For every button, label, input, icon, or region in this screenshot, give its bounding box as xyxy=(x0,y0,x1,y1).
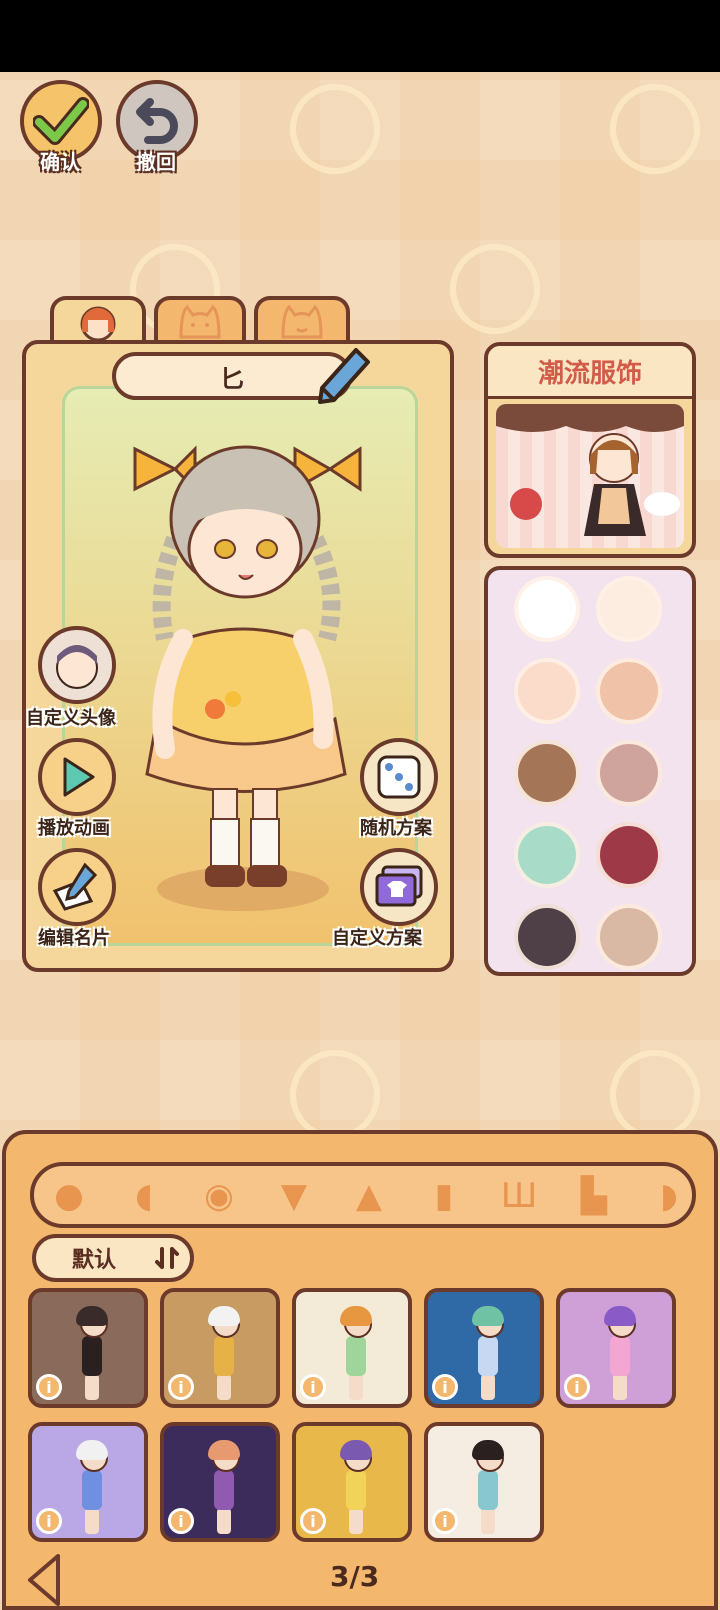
cat-face-icon xyxy=(179,304,221,339)
color-swatch[interactable] xyxy=(596,822,662,888)
info-icon[interactable]: i xyxy=(168,1508,194,1534)
sun-decoration xyxy=(450,244,540,334)
outfit-character xyxy=(208,1306,240,1402)
sort-label: 默认 xyxy=(72,1248,117,1273)
color-swatch[interactable] xyxy=(514,822,580,888)
color-swatch[interactable] xyxy=(514,904,580,970)
head-icon[interactable]: ● xyxy=(44,1176,94,1216)
color-swatch[interactable] xyxy=(514,740,580,806)
tab-character[interactable] xyxy=(50,296,146,344)
status-bar xyxy=(0,0,720,72)
pants-icon[interactable]: Ш xyxy=(494,1176,544,1216)
accessory-icon[interactable]: ◗ xyxy=(644,1176,692,1216)
skirt-icon[interactable]: ▲ xyxy=(344,1176,394,1216)
trend-fashion-panel[interactable]: 潮流服饰 xyxy=(484,342,696,558)
undo-icon xyxy=(136,98,178,144)
hair-icon[interactable]: ◖ xyxy=(119,1176,169,1216)
random-plan-label: 随机方案 xyxy=(360,818,432,839)
play-animation-label: 播放动画 xyxy=(38,818,110,839)
dress-icon[interactable]: ▮ xyxy=(419,1176,469,1216)
outfit-card[interactable]: i xyxy=(424,1422,544,1542)
page-indicator: 3/3 xyxy=(330,1560,380,1593)
info-icon[interactable]: i xyxy=(432,1374,458,1400)
character-panel: 匕 自定义头像 播放动画 编辑名片 随机方案 自定义方案 xyxy=(22,340,454,972)
custom-plan-button[interactable] xyxy=(360,848,438,926)
skin-color-palette xyxy=(484,566,696,976)
info-icon[interactable]: i xyxy=(564,1374,590,1400)
play-icon xyxy=(63,757,95,797)
outfit-card[interactable]: i xyxy=(28,1288,148,1408)
outfit-card-icon xyxy=(375,865,423,907)
color-swatch[interactable] xyxy=(514,576,580,642)
outfit-character xyxy=(76,1306,108,1402)
sun-decoration xyxy=(290,1050,380,1140)
info-icon[interactable]: i xyxy=(36,1374,62,1400)
sun-decoration xyxy=(610,84,700,174)
custom-avatar-label: 自定义头像 xyxy=(26,708,116,729)
avatar-icon xyxy=(56,645,98,689)
eye-icon[interactable]: ◉ xyxy=(194,1176,244,1216)
check-icon xyxy=(33,97,89,145)
outfit-card[interactable]: i xyxy=(292,1288,412,1408)
outfit-card[interactable]: i xyxy=(556,1288,676,1408)
pencil-icon[interactable] xyxy=(316,344,372,406)
outfit-character xyxy=(76,1440,108,1536)
pager: 3/3 xyxy=(0,1550,720,1606)
tab-pet-1[interactable] xyxy=(154,296,246,344)
outfit-card[interactable]: i xyxy=(292,1422,412,1542)
sun-decoration xyxy=(610,1050,700,1140)
color-swatch[interactable] xyxy=(596,658,662,724)
shoe-icon[interactable]: ▙ xyxy=(569,1176,619,1216)
color-swatch[interactable] xyxy=(596,740,662,806)
info-icon[interactable]: i xyxy=(168,1374,194,1400)
random-plan-button[interactable] xyxy=(360,738,438,816)
category-bar: ● ◖ ◉ ▼ ▲ ▮ Ш ▙ ◗ xyxy=(30,1162,696,1228)
dice-icon xyxy=(377,755,421,799)
trend-preview-image xyxy=(496,404,684,548)
info-icon[interactable]: i xyxy=(300,1374,326,1400)
edit-card-button[interactable] xyxy=(38,848,116,926)
character-name: 匕 xyxy=(220,364,244,393)
outfit-card[interactable]: i xyxy=(160,1288,280,1408)
outfit-character xyxy=(472,1440,504,1536)
play-animation-button[interactable] xyxy=(38,738,116,816)
outfit-card[interactable]: i xyxy=(424,1288,544,1408)
trend-character xyxy=(496,404,684,536)
outfit-character xyxy=(604,1306,636,1402)
color-swatch[interactable] xyxy=(596,576,662,642)
girl-face-icon xyxy=(80,306,116,342)
info-icon[interactable]: i xyxy=(432,1508,458,1534)
custom-plan-label: 自定义方案 xyxy=(332,928,422,949)
shirt-icon[interactable]: ▼ xyxy=(269,1176,319,1216)
info-icon[interactable]: i xyxy=(300,1508,326,1534)
outfit-character xyxy=(472,1306,504,1402)
wardrobe-panel: ● ◖ ◉ ▼ ▲ ▮ Ш ▙ ◗ 默认 i i i i i i i i i xyxy=(2,1130,718,1610)
trend-title: 潮流服饰 xyxy=(488,346,692,399)
cat-smile-icon xyxy=(281,304,323,339)
outfit-card[interactable]: i xyxy=(160,1422,280,1542)
sort-button[interactable]: 默认 xyxy=(32,1234,194,1282)
info-icon[interactable]: i xyxy=(36,1508,62,1534)
outfit-character xyxy=(340,1306,372,1402)
custom-avatar-button[interactable] xyxy=(38,626,116,704)
sort-icon xyxy=(155,1247,179,1269)
card-pencil-icon xyxy=(52,862,98,911)
color-swatch[interactable] xyxy=(596,904,662,970)
color-swatch[interactable] xyxy=(514,658,580,724)
undo-label: 撤回 xyxy=(136,150,176,174)
sun-decoration xyxy=(290,84,380,174)
tab-pet-2[interactable] xyxy=(254,296,350,344)
outfit-character xyxy=(208,1440,240,1536)
outfit-character xyxy=(340,1440,372,1536)
edit-card-label: 编辑名片 xyxy=(38,928,110,949)
outfit-card[interactable]: i xyxy=(28,1422,148,1542)
